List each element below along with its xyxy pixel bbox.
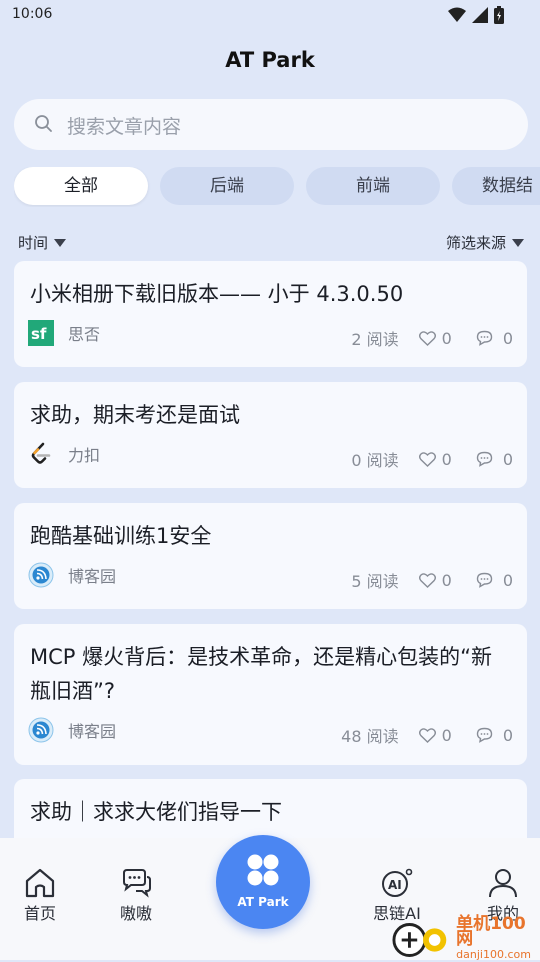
source-name: 思否 xyxy=(68,325,101,344)
time-filter-label: 时间 xyxy=(18,234,49,252)
read-count: 5 阅读 xyxy=(351,572,399,591)
article-stats: 5 阅读 0 0 xyxy=(351,568,513,592)
like-count: 0 xyxy=(441,570,452,590)
article-source: 博客园 xyxy=(28,562,116,588)
article-title: 跑酷基础训练1安全 xyxy=(30,524,212,548)
svg-text:sf: sf xyxy=(31,325,47,343)
comment-icon[interactable] xyxy=(476,727,493,743)
read-count: 48 阅读 xyxy=(341,727,399,746)
like-count: 0 xyxy=(441,328,452,348)
tab-label: 首页 xyxy=(23,904,56,923)
time-filter[interactable]: 时间 xyxy=(18,232,67,253)
heart-icon[interactable] xyxy=(418,572,436,588)
home-icon xyxy=(25,868,55,898)
status-time: 10:06 xyxy=(12,6,53,22)
article-title: MCP 爆火背后：是技术革命，还是精心包装的“新瓶旧酒”? xyxy=(30,645,492,703)
read-count: 0 阅读 xyxy=(351,451,399,470)
article-stats: 2 阅读 0 0 xyxy=(351,326,513,350)
comment-count: 0 xyxy=(502,328,513,348)
category-backend[interactable]: 后端 xyxy=(160,167,294,205)
article-source: 博客园 xyxy=(28,717,116,743)
source-filter-label: 筛选来源 xyxy=(445,234,506,252)
article-title: 求助｜求求大佬们指导一下 xyxy=(30,800,282,824)
center-button-label: AT Park xyxy=(237,895,289,909)
battery-icon xyxy=(494,6,504,24)
category-tabs: 全部 后端 前端 数据结 xyxy=(14,167,540,207)
four-petal-icon xyxy=(247,854,279,886)
signal-icon xyxy=(472,7,488,23)
cnblogs-logo-icon xyxy=(28,562,54,588)
comment-icon[interactable] xyxy=(476,572,493,588)
article-source: sf 思否 xyxy=(28,320,100,346)
search-bar[interactable]: 搜索文章内容 xyxy=(14,99,528,150)
user-icon xyxy=(489,869,517,898)
svg-text:AI: AI xyxy=(388,878,402,892)
search-placeholder: 搜索文章内容 xyxy=(67,116,182,138)
segmentfault-logo-icon: sf xyxy=(28,320,54,346)
comment-icon[interactable] xyxy=(476,330,493,346)
article-stats: 0 阅读 0 0 xyxy=(351,447,513,471)
comment-count: 0 xyxy=(502,725,513,745)
tab-label: 嗷嗷 xyxy=(119,904,152,923)
status-icons xyxy=(448,6,504,24)
article-card[interactable]: 跑酷基础训练1安全 博客园 5 阅读 0 0 xyxy=(14,503,527,609)
watermark-logo-icon xyxy=(392,922,447,957)
comment-count: 0 xyxy=(502,449,513,469)
like-count: 0 xyxy=(441,725,452,745)
tab-home[interactable]: 首页 xyxy=(0,868,80,924)
cnblogs-logo-icon xyxy=(28,717,54,743)
tab-ai[interactable]: AI 思链AI xyxy=(357,868,437,924)
heart-icon[interactable] xyxy=(418,451,436,467)
source-name: 博客园 xyxy=(68,722,117,741)
at-park-center-button[interactable]: AT Park xyxy=(216,835,310,929)
source-filter[interactable]: 筛选来源 xyxy=(446,232,524,253)
article-card[interactable]: 小米相册下载旧版本—— 小于 4.3.0.50 sf 思否 2 阅读 0 0 xyxy=(14,261,527,367)
status-bar: 10:06 xyxy=(0,0,540,32)
heart-icon[interactable] xyxy=(418,330,436,346)
watermark: 单机100网 danji100.com xyxy=(392,914,540,962)
read-count: 2 阅读 xyxy=(351,330,399,349)
article-source: 力扣 xyxy=(28,441,100,467)
comment-icon[interactable] xyxy=(476,451,493,467)
dropdown-arrow-icon xyxy=(512,239,524,247)
page-title: AT Park xyxy=(225,48,315,72)
category-all[interactable]: 全部 xyxy=(14,167,148,205)
like-count: 0 xyxy=(441,449,452,469)
source-name: 博客园 xyxy=(68,567,117,586)
dropdown-arrow-icon xyxy=(54,239,67,247)
comment-count: 0 xyxy=(502,570,513,590)
chat-bubbles-icon xyxy=(123,869,151,898)
watermark-name: 单机100网 xyxy=(456,914,526,949)
tab-chat[interactable]: 嗷嗷 xyxy=(96,868,176,924)
article-card[interactable]: MCP 爆火背后：是技术革命，还是精心包装的“新瓶旧酒”? 博客园 48 阅读 … xyxy=(14,624,527,765)
search-icon xyxy=(35,115,52,132)
article-title: 小米相册下载旧版本—— 小于 4.3.0.50 xyxy=(30,282,404,306)
heart-icon[interactable] xyxy=(418,727,436,743)
article-title: 求助，期末考还是面试 xyxy=(30,403,240,427)
leetcode-logo-icon xyxy=(28,441,54,467)
category-data-structure[interactable]: 数据结 xyxy=(452,167,540,205)
source-name: 力扣 xyxy=(68,446,101,465)
wifi-icon xyxy=(448,7,466,22)
category-frontend[interactable]: 前端 xyxy=(306,167,440,205)
ai-icon: AI xyxy=(382,868,413,897)
article-stats: 48 阅读 0 0 xyxy=(341,723,513,747)
article-card[interactable]: 求助，期末考还是面试 力扣 0 阅读 0 0 xyxy=(14,382,527,488)
